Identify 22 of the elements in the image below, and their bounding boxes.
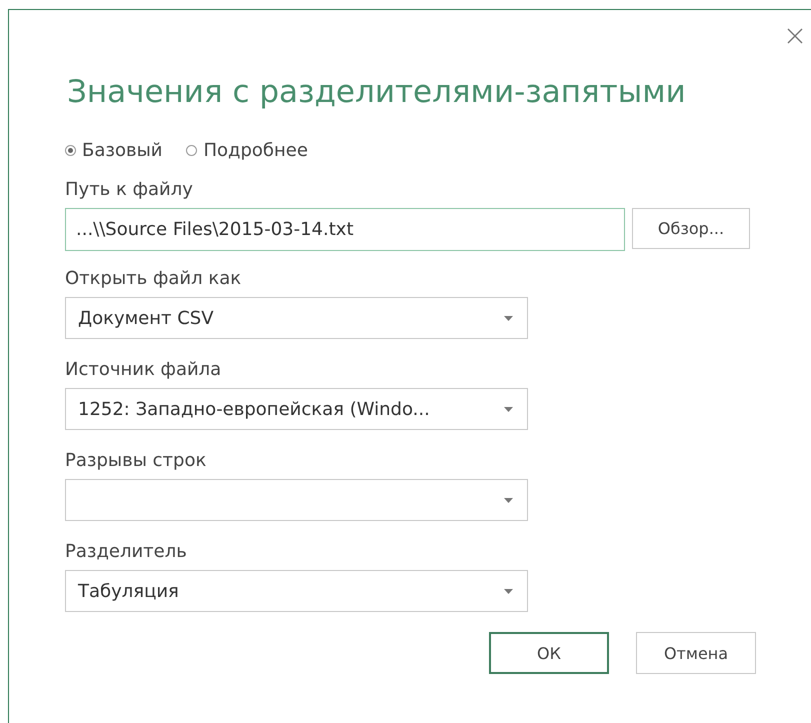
cancel-button[interactable]: Отмена <box>636 632 756 674</box>
dropdown[interactable]: Табуляция <box>65 570 528 612</box>
caret-icon <box>504 498 513 502</box>
field-label: Источник файла <box>65 359 222 381</box>
caret-icon <box>504 316 513 320</box>
file-path-field[interactable]: ...\\Source Files\2015-03-14.txt <box>65 208 625 251</box>
caret-icon <box>504 406 513 412</box>
radio-button[interactable] <box>186 144 198 156</box>
field-label: Разрывы строк <box>65 450 208 472</box>
field-label: Разделитель <box>65 541 188 563</box>
radio-label[interactable]: Базовый <box>82 140 162 160</box>
field-label: Открыть файл как <box>65 268 242 290</box>
radio-label[interactable]: Подробнее <box>203 140 308 160</box>
dialog-title: Значения с разделителями-запятыми <box>67 74 687 110</box>
radio-button[interactable] <box>65 144 76 156</box>
browse-button[interactable]: Обзор... <box>632 208 750 249</box>
dropdown[interactable]: Документ CSV <box>65 297 528 339</box>
ok-button[interactable]: ОК <box>489 632 609 674</box>
dropdown[interactable]: 1252: Западно-европейская (Windo... <box>65 388 528 430</box>
caret-icon <box>504 588 513 594</box>
close-icon[interactable] <box>787 28 803 44</box>
field-label: Путь к файлу <box>65 179 194 201</box>
